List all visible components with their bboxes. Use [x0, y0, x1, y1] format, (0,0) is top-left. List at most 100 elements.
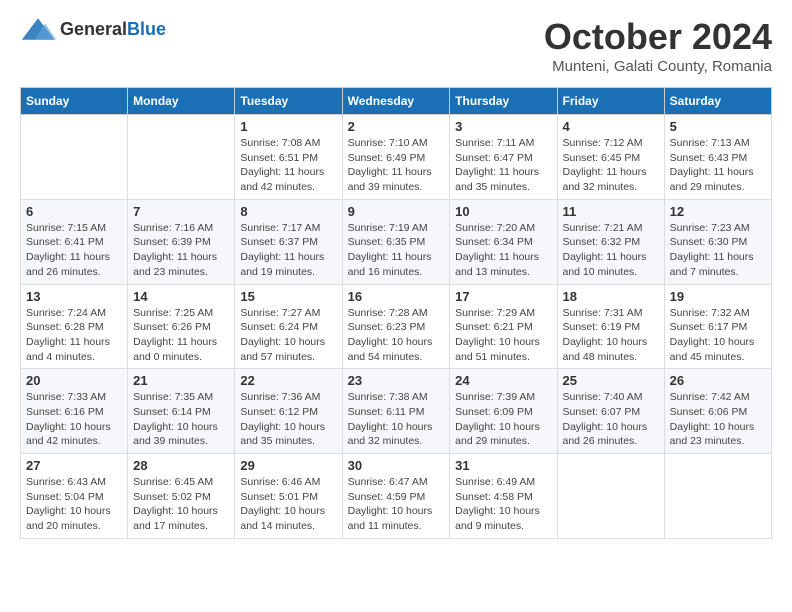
day-number: 20: [26, 373, 122, 388]
day-info: Sunrise: 7:21 AM Sunset: 6:32 PM Dayligh…: [563, 221, 659, 280]
calendar-cell: 1 Sunrise: 7:08 AM Sunset: 6:51 PM Daylig…: [235, 115, 342, 200]
day-info: Sunrise: 7:35 AM Sunset: 6:14 PM Dayligh…: [133, 390, 229, 449]
title-area: October 2024 Munteni, Galati County, Rom…: [544, 16, 772, 75]
column-header-saturday: Saturday: [664, 88, 771, 115]
calendar-week-row: 1 Sunrise: 7:08 AM Sunset: 6:51 PM Daylig…: [21, 115, 772, 200]
calendar-cell: 15 Sunrise: 7:27 AM Sunset: 6:24 PM Dayli…: [235, 284, 342, 369]
calendar-cell: 28 Sunrise: 6:45 AM Sunset: 5:02 PM Dayli…: [128, 454, 235, 539]
day-number: 16: [348, 289, 445, 304]
calendar-cell: 30 Sunrise: 6:47 AM Sunset: 4:59 PM Dayli…: [342, 454, 450, 539]
column-header-monday: Monday: [128, 88, 235, 115]
calendar-header-row: SundayMondayTuesdayWednesdayThursdayFrid…: [21, 88, 772, 115]
column-header-wednesday: Wednesday: [342, 88, 450, 115]
calendar-cell: [128, 115, 235, 200]
column-header-sunday: Sunday: [21, 88, 128, 115]
calendar-cell: [664, 454, 771, 539]
day-number: 28: [133, 458, 229, 473]
calendar-cell: 29 Sunrise: 6:46 AM Sunset: 5:01 PM Dayli…: [235, 454, 342, 539]
day-info: Sunrise: 7:24 AM Sunset: 6:28 PM Dayligh…: [26, 306, 122, 365]
calendar-week-row: 13 Sunrise: 7:24 AM Sunset: 6:28 PM Dayli…: [21, 284, 772, 369]
day-info: Sunrise: 7:32 AM Sunset: 6:17 PM Dayligh…: [670, 306, 766, 365]
day-number: 12: [670, 204, 766, 219]
day-number: 21: [133, 373, 229, 388]
day-number: 18: [563, 289, 659, 304]
day-number: 19: [670, 289, 766, 304]
calendar-cell: 11 Sunrise: 7:21 AM Sunset: 6:32 PM Dayli…: [557, 199, 664, 284]
calendar-cell: 13 Sunrise: 7:24 AM Sunset: 6:28 PM Dayli…: [21, 284, 128, 369]
day-info: Sunrise: 7:11 AM Sunset: 6:47 PM Dayligh…: [455, 136, 551, 195]
logo-icon: [20, 16, 56, 42]
day-number: 25: [563, 373, 659, 388]
day-number: 5: [670, 119, 766, 134]
day-info: Sunrise: 7:27 AM Sunset: 6:24 PM Dayligh…: [240, 306, 336, 365]
day-info: Sunrise: 7:31 AM Sunset: 6:19 PM Dayligh…: [563, 306, 659, 365]
day-number: 30: [348, 458, 445, 473]
day-number: 7: [133, 204, 229, 219]
calendar-cell: 5 Sunrise: 7:13 AM Sunset: 6:43 PM Daylig…: [664, 115, 771, 200]
calendar-cell: 31 Sunrise: 6:49 AM Sunset: 4:58 PM Dayli…: [450, 454, 557, 539]
day-number: 29: [240, 458, 336, 473]
day-info: Sunrise: 7:39 AM Sunset: 6:09 PM Dayligh…: [455, 390, 551, 449]
column-header-friday: Friday: [557, 88, 664, 115]
day-number: 17: [455, 289, 551, 304]
day-info: Sunrise: 7:13 AM Sunset: 6:43 PM Dayligh…: [670, 136, 766, 195]
day-info: Sunrise: 7:33 AM Sunset: 6:16 PM Dayligh…: [26, 390, 122, 449]
logo-general: General: [60, 19, 127, 39]
day-number: 9: [348, 204, 445, 219]
day-info: Sunrise: 6:46 AM Sunset: 5:01 PM Dayligh…: [240, 475, 336, 534]
calendar-cell: 24 Sunrise: 7:39 AM Sunset: 6:09 PM Dayli…: [450, 369, 557, 454]
day-info: Sunrise: 7:23 AM Sunset: 6:30 PM Dayligh…: [670, 221, 766, 280]
day-number: 31: [455, 458, 551, 473]
day-info: Sunrise: 7:28 AM Sunset: 6:23 PM Dayligh…: [348, 306, 445, 365]
day-number: 24: [455, 373, 551, 388]
day-number: 6: [26, 204, 122, 219]
day-info: Sunrise: 7:25 AM Sunset: 6:26 PM Dayligh…: [133, 306, 229, 365]
calendar-cell: 10 Sunrise: 7:20 AM Sunset: 6:34 PM Dayli…: [450, 199, 557, 284]
day-info: Sunrise: 7:36 AM Sunset: 6:12 PM Dayligh…: [240, 390, 336, 449]
day-info: Sunrise: 7:17 AM Sunset: 6:37 PM Dayligh…: [240, 221, 336, 280]
day-info: Sunrise: 6:45 AM Sunset: 5:02 PM Dayligh…: [133, 475, 229, 534]
day-number: 11: [563, 204, 659, 219]
day-number: 10: [455, 204, 551, 219]
calendar-week-row: 6Sunrise: 7:15 AM Sunset: 6:41 PM Daylig…: [21, 199, 772, 284]
month-title: October 2024: [544, 16, 772, 58]
day-info: Sunrise: 7:20 AM Sunset: 6:34 PM Dayligh…: [455, 221, 551, 280]
day-info: Sunrise: 7:19 AM Sunset: 6:35 PM Dayligh…: [348, 221, 445, 280]
calendar-cell: 27Sunrise: 6:43 AM Sunset: 5:04 PM Dayli…: [21, 454, 128, 539]
day-number: 1: [240, 119, 336, 134]
calendar-cell: 14 Sunrise: 7:25 AM Sunset: 6:26 PM Dayli…: [128, 284, 235, 369]
calendar-cell: 2Sunrise: 7:10 AM Sunset: 6:49 PM Daylig…: [342, 115, 450, 200]
calendar-cell: 22Sunrise: 7:36 AM Sunset: 6:12 PM Dayli…: [235, 369, 342, 454]
calendar-cell: 8 Sunrise: 7:17 AM Sunset: 6:37 PM Daylig…: [235, 199, 342, 284]
column-header-thursday: Thursday: [450, 88, 557, 115]
calendar-cell: [557, 454, 664, 539]
day-info: Sunrise: 7:12 AM Sunset: 6:45 PM Dayligh…: [563, 136, 659, 195]
calendar-cell: 18 Sunrise: 7:31 AM Sunset: 6:19 PM Dayli…: [557, 284, 664, 369]
calendar-cell: 21 Sunrise: 7:35 AM Sunset: 6:14 PM Dayli…: [128, 369, 235, 454]
day-info: Sunrise: 7:08 AM Sunset: 6:51 PM Dayligh…: [240, 136, 336, 195]
day-number: 8: [240, 204, 336, 219]
day-info: Sunrise: 6:49 AM Sunset: 4:58 PM Dayligh…: [455, 475, 551, 534]
calendar-week-row: 27Sunrise: 6:43 AM Sunset: 5:04 PM Dayli…: [21, 454, 772, 539]
day-number: 15: [240, 289, 336, 304]
calendar-cell: 6Sunrise: 7:15 AM Sunset: 6:41 PM Daylig…: [21, 199, 128, 284]
calendar-cell: 23Sunrise: 7:38 AM Sunset: 6:11 PM Dayli…: [342, 369, 450, 454]
day-number: 27: [26, 458, 122, 473]
day-info: Sunrise: 7:40 AM Sunset: 6:07 PM Dayligh…: [563, 390, 659, 449]
column-header-tuesday: Tuesday: [235, 88, 342, 115]
calendar-cell: 12 Sunrise: 7:23 AM Sunset: 6:30 PM Dayli…: [664, 199, 771, 284]
logo-blue: Blue: [127, 19, 166, 39]
calendar-week-row: 20 Sunrise: 7:33 AM Sunset: 6:16 PM Dayli…: [21, 369, 772, 454]
logo: GeneralBlue: [20, 16, 166, 42]
calendar-table: SundayMondayTuesdayWednesdayThursdayFrid…: [20, 87, 772, 539]
calendar-cell: [21, 115, 128, 200]
day-number: 14: [133, 289, 229, 304]
calendar-cell: 25 Sunrise: 7:40 AM Sunset: 6:07 PM Dayli…: [557, 369, 664, 454]
day-info: Sunrise: 6:47 AM Sunset: 4:59 PM Dayligh…: [348, 475, 445, 534]
day-number: 13: [26, 289, 122, 304]
day-number: 23: [348, 373, 445, 388]
calendar-cell: 20 Sunrise: 7:33 AM Sunset: 6:16 PM Dayli…: [21, 369, 128, 454]
calendar-cell: 26Sunrise: 7:42 AM Sunset: 6:06 PM Dayli…: [664, 369, 771, 454]
calendar-cell: 9 Sunrise: 7:19 AM Sunset: 6:35 PM Daylig…: [342, 199, 450, 284]
location-title: Munteni, Galati County, Romania: [544, 58, 772, 75]
